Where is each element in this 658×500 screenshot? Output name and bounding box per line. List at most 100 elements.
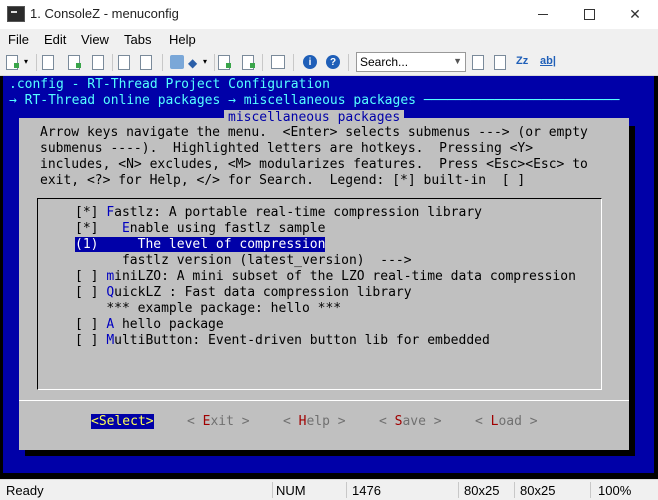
help-button-menu[interactable]: < Help >: [283, 414, 346, 429]
help-text-line: exit, <?> for Help, </> for Search. Lege…: [40, 173, 526, 188]
item-hotkey: m: [106, 269, 115, 284]
rename-tab-icon: [92, 55, 104, 70]
item-prefix: [ ]: [75, 285, 107, 300]
find-icon: [472, 55, 484, 70]
toolbar-divider: [162, 54, 163, 71]
help-text-line: Arrow keys navigate the menu. <Enter> se…: [40, 125, 588, 140]
paste-button[interactable]: [140, 55, 154, 70]
toolbar-divider: [112, 54, 113, 71]
button-separator: [19, 400, 629, 401]
search-input[interactable]: Search... ▼: [356, 52, 466, 72]
close-icon: ✕: [629, 6, 641, 22]
minimize-button[interactable]: [520, 0, 566, 29]
info-button[interactable]: i: [303, 55, 317, 69]
item-label: *** example package: hello ***: [106, 301, 342, 316]
status-divider: [590, 482, 591, 498]
status-value: 1476: [352, 483, 381, 498]
button-hotkey: S: [98, 414, 107, 429]
menu-help[interactable]: Help: [169, 32, 196, 47]
copy-icon: [118, 55, 130, 70]
fullscreen-button[interactable]: [271, 55, 285, 69]
menu-item-fastlz-version[interactable]: fastlz version (latest_version) --->: [75, 253, 412, 268]
paste-icon: [140, 55, 152, 70]
save-button[interactable]: < Save >: [379, 414, 442, 429]
menu-item-fastlz-sample[interactable]: [*] Enable using fastlz sample: [75, 221, 325, 236]
view-button[interactable]: [170, 55, 184, 69]
dialog-title: miscellaneous packages: [224, 110, 405, 125]
item-hotkey: Q: [106, 285, 115, 300]
load-button[interactable]: < Load >: [475, 414, 538, 429]
menu-item-hello[interactable]: [ ] A hello package: [75, 317, 224, 332]
item-prefix: [ ]: [75, 269, 107, 284]
menu-view[interactable]: View: [81, 32, 109, 47]
item-label: The level of compression: [98, 237, 326, 252]
item-prefix: [75, 301, 106, 316]
menu-item-quicklz[interactable]: [ ] QuickLZ : Fast data compression libr…: [75, 285, 412, 300]
help-icon: ?: [326, 55, 340, 69]
split-badge-icon: [226, 63, 231, 68]
item-label: hello package: [114, 317, 224, 332]
copy-button[interactable]: [118, 55, 132, 70]
status-size-2: 80x25: [520, 483, 556, 498]
menu-edit[interactable]: Edit: [44, 32, 66, 47]
status-zoom: 100%: [598, 483, 632, 498]
split-horizontal-button[interactable]: [218, 55, 232, 70]
prev-tab-button[interactable]: [42, 55, 56, 70]
status-divider: [514, 482, 515, 498]
item-prefix: [*]: [75, 205, 107, 220]
status-divider: [272, 482, 273, 498]
status-divider: [346, 482, 347, 498]
chevron-down-icon[interactable]: ▼: [453, 56, 462, 66]
fullscreen-icon: [271, 55, 285, 69]
menuconfig-dialog: miscellaneous packages Arrow keys naviga…: [19, 110, 629, 450]
find-next-icon: [494, 55, 506, 70]
console-area[interactable]: .config - RT-Thread Project Configuratio…: [0, 76, 658, 479]
match-case-button[interactable]: Zz: [516, 55, 528, 67]
menu-file[interactable]: File: [8, 32, 29, 47]
consolez-app-icon: [7, 6, 25, 22]
item-label: fastlz version (latest_version) --->: [121, 253, 412, 268]
select-button[interactable]: <Select>: [91, 414, 154, 429]
item-prefix: (1): [75, 237, 99, 252]
menu-item-compression-level[interactable]: (1) The level of compression: [75, 237, 326, 252]
split-vertical-button[interactable]: [242, 55, 256, 70]
terminal-screen[interactable]: .config - RT-Thread Project Configuratio…: [3, 76, 654, 473]
menu-item-multibutton[interactable]: [ ] MultiButton: Event-driven button lib…: [75, 333, 490, 348]
item-label: uickLZ : Fast data compression library: [114, 285, 412, 300]
find-next-button[interactable]: [494, 55, 508, 70]
button-bracket: <: [283, 414, 299, 429]
item-hotkey: A: [106, 317, 115, 332]
toolbar: ▾ ◆ ▾ i ? Zz ab|: [0, 50, 658, 76]
button-label: xit >: [210, 414, 250, 429]
status-ready: Ready: [6, 483, 44, 498]
transparency-button[interactable]: ◆: [188, 55, 202, 70]
item-hotkey: E: [121, 221, 130, 236]
rename-tab-button[interactable]: [92, 55, 106, 70]
new-tab-button[interactable]: [6, 55, 20, 70]
plus-badge-icon: [14, 63, 19, 68]
maximize-button[interactable]: [566, 0, 612, 29]
dialog-shadow: [629, 126, 635, 456]
close-button[interactable]: ✕: [612, 0, 658, 29]
dialog-shadow: [25, 450, 635, 456]
whole-word-button[interactable]: ab|: [540, 55, 556, 67]
button-bracket: <: [379, 414, 395, 429]
config-title: .config - RT-Thread Project Configuratio…: [9, 77, 330, 92]
item-label: ultiButton: Event-driven button lib for …: [114, 333, 490, 348]
status-num: NUM: [276, 483, 306, 498]
exit-button[interactable]: < Exit >: [187, 414, 250, 429]
menu-item-fastlz[interactable]: [*] Fastlz: A portable real-time compres…: [75, 205, 482, 220]
button-bracket: <: [187, 414, 203, 429]
item-hotkey: F: [106, 205, 115, 220]
button-label: elect>: [106, 414, 154, 429]
find-button[interactable]: [472, 55, 486, 70]
toolbar-divider: [293, 54, 294, 71]
status-divider: [458, 482, 459, 498]
help-button[interactable]: ?: [326, 55, 340, 69]
next-tab-button[interactable]: [68, 55, 82, 70]
menu-tabs[interactable]: Tabs: [124, 32, 151, 47]
menu-item-minilzo[interactable]: [ ] miniLZO: A mini subset of the LZO re…: [75, 269, 576, 284]
maximize-icon: [583, 9, 595, 20]
button-label: oad >: [498, 414, 538, 429]
status-size-1: 80x25: [464, 483, 500, 498]
